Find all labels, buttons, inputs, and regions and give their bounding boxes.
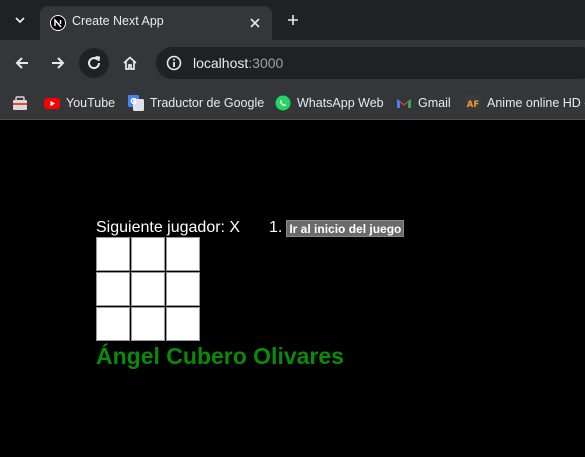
url-text[interactable]: localhost:3000 — [193, 55, 283, 71]
nextjs-icon — [50, 15, 66, 31]
google-translate-icon: G — [128, 95, 144, 111]
bookmarks-bar: YouTube G Traductor de Google WhatsApp W… — [0, 86, 585, 120]
board-square[interactable] — [131, 307, 165, 341]
bookmark-gmail[interactable]: Gmail — [396, 94, 451, 112]
youtube-icon — [44, 95, 60, 111]
bookmark-youtube[interactable]: YouTube — [44, 94, 115, 112]
bookmark-label: Traductor de Google — [150, 96, 265, 110]
go-to-start-button[interactable]: Ir al inicio del juego — [286, 219, 405, 237]
bookmark-anime[interactable]: AF Anime online HD - — [465, 94, 585, 112]
home-icon[interactable] — [117, 50, 143, 76]
move-number: 1. — [269, 219, 283, 236]
apps-icon[interactable] — [12, 95, 28, 111]
url-host: localhost — [193, 55, 249, 71]
move-list: 1. Ir al inicio del juego — [269, 219, 405, 237]
game-board — [96, 237, 201, 342]
bookmark-label: Gmail — [418, 96, 451, 110]
bookmark-label: WhatsApp Web — [297, 96, 384, 110]
bookmark-whatsapp[interactable]: WhatsApp Web — [275, 94, 384, 112]
bookmark-label: Anime online HD - — [487, 96, 585, 110]
svg-text:AF: AF — [467, 100, 480, 110]
animeflv-icon: AF — [465, 95, 481, 111]
close-icon[interactable] — [246, 14, 264, 32]
board-square[interactable] — [131, 272, 165, 306]
board-square[interactable] — [166, 272, 200, 306]
svg-text:G: G — [130, 97, 137, 106]
board-square[interactable] — [166, 307, 200, 341]
tab-title: Create Next App — [72, 14, 164, 28]
bookmark-google-translate[interactable]: G Traductor de Google — [128, 94, 264, 112]
board-square[interactable] — [96, 272, 130, 306]
address-bar[interactable]: localhost:3000 — [156, 47, 585, 79]
board-square[interactable] — [131, 237, 165, 271]
plus-icon[interactable] — [282, 9, 304, 31]
tab-active[interactable]: Create Next App — [40, 6, 272, 40]
whatsapp-icon — [275, 95, 291, 111]
browser-toolbar: localhost:3000 — [0, 40, 585, 86]
chevron-down-icon[interactable] — [8, 8, 32, 32]
arrow-left-icon[interactable] — [9, 50, 35, 76]
reload-icon[interactable] — [79, 48, 109, 78]
tab-strip: Create Next App — [0, 0, 585, 40]
arrow-right-icon[interactable] — [45, 50, 71, 76]
game-status: Siguiente jugador: X — [96, 219, 241, 236]
url-port: :3000 — [248, 55, 284, 71]
author-name: Ángel Cubero Olivares — [96, 343, 344, 369]
board-square[interactable] — [96, 307, 130, 341]
board-square[interactable] — [166, 237, 200, 271]
gmail-icon — [396, 95, 412, 111]
bookmark-label: YouTube — [66, 96, 116, 110]
site-info-icon[interactable] — [163, 52, 185, 74]
board-square[interactable] — [96, 237, 130, 271]
